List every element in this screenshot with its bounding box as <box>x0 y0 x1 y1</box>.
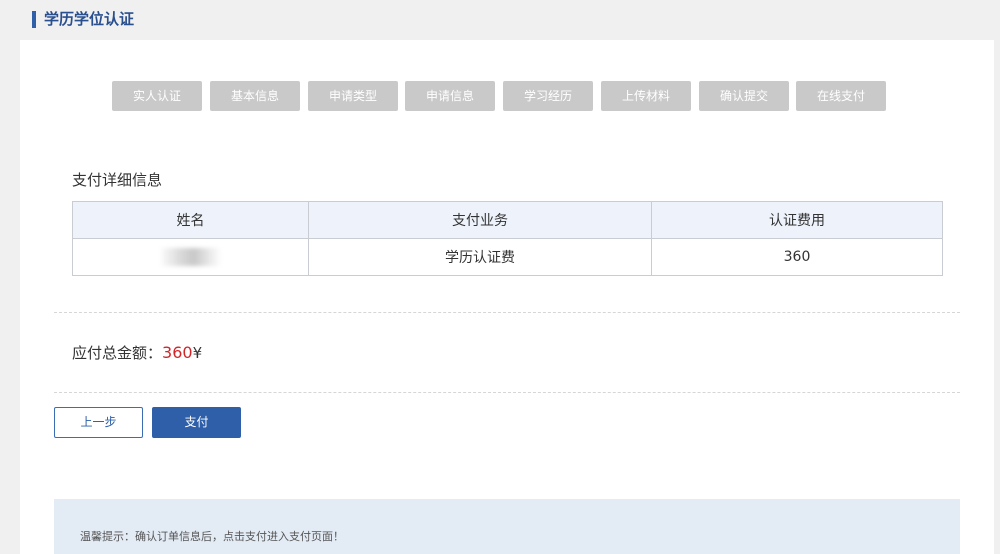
payment-details-title: 支付详细信息 <box>72 171 163 189</box>
tip-box: 温馨提示：确认订单信息后，点击支付进入支付页面！ <box>54 499 960 554</box>
content-panel <box>20 40 994 554</box>
step-application-info: 申请信息 <box>405 81 495 111</box>
previous-step-button[interactable]: 上一步 <box>54 407 143 438</box>
redacted-name <box>160 248 221 266</box>
table-header-row: 姓名 支付业务 认证费用 <box>72 201 943 239</box>
cell-business: 学历认证费 <box>308 238 652 276</box>
step-real-person-auth: 实人认证 <box>112 81 202 111</box>
step-basic-info: 基本信息 <box>210 81 300 111</box>
currency-symbol: ¥ <box>192 344 203 362</box>
cell-fee: 360 <box>651 238 943 276</box>
header-accent-bar <box>32 11 36 28</box>
step-confirm-submit: 确认提交 <box>699 81 789 111</box>
page-header: 学历学位认证 <box>0 0 1000 40</box>
tip-text: 温馨提示：确认订单信息后，点击支付进入支付页面！ <box>80 530 344 543</box>
step-application-type: 申请类型 <box>308 81 398 111</box>
step-study-history: 学习经历 <box>503 81 593 111</box>
step-upload-materials: 上传材料 <box>601 81 691 111</box>
cell-name <box>72 238 309 276</box>
dashed-divider <box>54 312 960 313</box>
pay-button[interactable]: 支付 <box>152 407 241 438</box>
step-online-payment: 在线支付 <box>796 81 886 111</box>
column-header-name: 姓名 <box>72 201 309 239</box>
step-progress-bar: 实人认证 基本信息 申请类型 申请信息 学习经历 上传材料 确认提交 在线支付 <box>112 81 892 111</box>
total-amount-value: 360 <box>162 343 193 362</box>
column-header-fee: 认证费用 <box>651 201 943 239</box>
dashed-divider <box>54 392 960 393</box>
total-label: 应付总金额： <box>72 344 163 362</box>
column-header-business: 支付业务 <box>308 201 652 239</box>
page-title: 学历学位认证 <box>44 10 135 28</box>
payment-details-table: 姓名 支付业务 认证费用 学历认证费 360 <box>72 201 943 276</box>
table-row: 学历认证费 360 <box>72 238 943 276</box>
total-amount: 应付总金额：360¥ <box>72 343 202 363</box>
